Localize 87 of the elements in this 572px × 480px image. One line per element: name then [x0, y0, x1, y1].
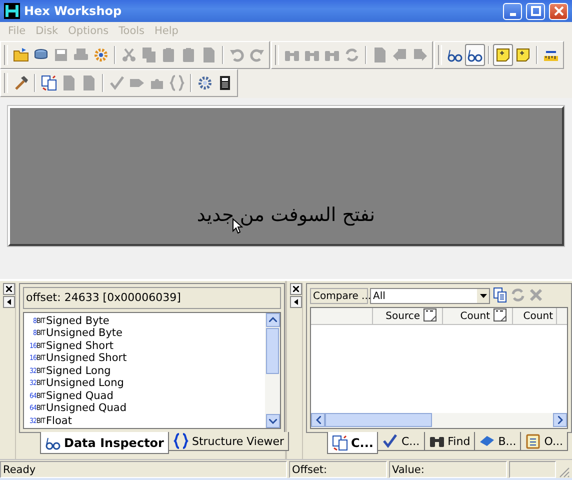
compare-icon: [41, 75, 57, 91]
clipboard-icon: [525, 433, 542, 449]
hammer-icon: [13, 75, 29, 91]
window-title: Hex Workshop: [24, 4, 123, 18]
close-pane-button[interactable]: [3, 283, 15, 295]
close-icon: [6, 286, 12, 292]
refresh-icon: [344, 47, 360, 63]
collapse-pane-button[interactable]: [290, 296, 302, 308]
gear-icon: [93, 47, 109, 63]
vertical-scrollbar[interactable]: [265, 312, 280, 428]
compare-mode-label: Compare ...: [310, 288, 368, 304]
data-type-item[interactable]: Unsigned Byte: [46, 327, 123, 340]
redo-icon: [249, 47, 265, 63]
action-button[interactable]: [492, 286, 508, 306]
pane-tab[interactable]: Find: [424, 432, 476, 451]
status-cell: Value:: [389, 461, 507, 478]
collapse-pane-button[interactable]: [3, 296, 15, 308]
data-type-item[interactable]: Unsigned Short: [46, 352, 127, 364]
glasses-icon: [467, 47, 483, 63]
chevron-left-icon: [316, 416, 320, 424]
calculator-icon: [217, 75, 233, 91]
minimize-icon: [510, 12, 516, 16]
data-type-item[interactable]: Signed Short: [46, 340, 114, 352]
triangle-left-icon: [294, 299, 298, 305]
clipboard-icon: [181, 47, 197, 63]
page-arrow-icon: [392, 47, 408, 63]
close-icon: [554, 6, 564, 16]
chevron-right-icon: [558, 416, 562, 424]
checkmark-icon: [382, 433, 398, 449]
horizontal-scrollbar[interactable]: [311, 413, 567, 428]
copy-icon: [492, 286, 508, 302]
close-icon: [293, 286, 299, 292]
folder-icon: [13, 47, 29, 63]
maximize-icon: [530, 6, 540, 16]
refresh-icon: [510, 286, 526, 302]
toolbar-button[interactable]: [465, 44, 485, 66]
minimize-button[interactable]: [503, 2, 522, 20]
braces-icon: [169, 75, 185, 91]
data-type-item[interactable]: Float: [46, 414, 72, 427]
page-arrow-icon: [412, 47, 428, 63]
status-cell: Ready: [0, 461, 287, 478]
mouse-cursor-icon: [232, 218, 243, 234]
page-icon: [372, 47, 388, 63]
delete-icon: [528, 286, 544, 302]
data-type-item[interactable]: Signed Byte: [46, 314, 110, 327]
app-logo-icon: [4, 3, 20, 19]
braces-icon: [172, 433, 189, 449]
data-type-item[interactable]: Signed Long: [46, 364, 111, 377]
compare-icon: [332, 434, 348, 450]
pane-tab[interactable]: C...: [377, 432, 425, 451]
printer-icon: [73, 47, 89, 63]
checkmark-icon: [109, 75, 125, 91]
column-header[interactable]: Count: [513, 308, 557, 324]
pane-tab[interactable]: Data Inspector: [40, 432, 169, 454]
page-icon: [81, 75, 97, 91]
pane-tab[interactable]: Structure Viewer: [168, 432, 290, 451]
chevron-up-icon: [268, 317, 276, 322]
triangle-left-icon: [7, 299, 11, 305]
pane-tab[interactable]: B...: [474, 432, 522, 451]
offset-field: offset: 24633 [0x00006039]: [23, 287, 281, 309]
document-text: نفتح السوفت من جديد: [196, 204, 376, 226]
gear-icon: [197, 75, 213, 91]
copy-icon: [141, 47, 157, 63]
caret-icon: [480, 294, 486, 298]
sticky-note-icon: [515, 47, 531, 63]
filter-dropdown[interactable]: All: [370, 288, 490, 304]
data-type-item[interactable]: Unsigned Quad: [46, 402, 127, 414]
data-type-item[interactable]: Signed Quad: [46, 390, 114, 402]
resize-grip-icon: [558, 466, 570, 478]
glasses-icon: [447, 47, 463, 63]
sticky-note-icon: [495, 47, 511, 63]
column-header[interactable]: Count: [443, 308, 513, 324]
pane-tab[interactable]: O...: [520, 432, 568, 451]
page-icon: [201, 47, 217, 63]
close-pane-button[interactable]: [290, 283, 302, 295]
page-icon: [61, 75, 77, 91]
clipboard-icon: [161, 47, 177, 63]
close-button[interactable]: [549, 2, 568, 20]
column-header[interactable]: Source: [373, 308, 443, 324]
maximize-button[interactable]: [526, 2, 545, 20]
data-type-item[interactable]: Unsigned Long: [46, 377, 124, 390]
scissors-icon: [121, 47, 137, 63]
pane-tab[interactable]: C...: [327, 432, 378, 454]
status-cell: [509, 461, 556, 478]
status-cell: Offset:: [289, 461, 387, 478]
undo-icon: [229, 47, 245, 63]
chevron-down-icon: [268, 418, 276, 424]
